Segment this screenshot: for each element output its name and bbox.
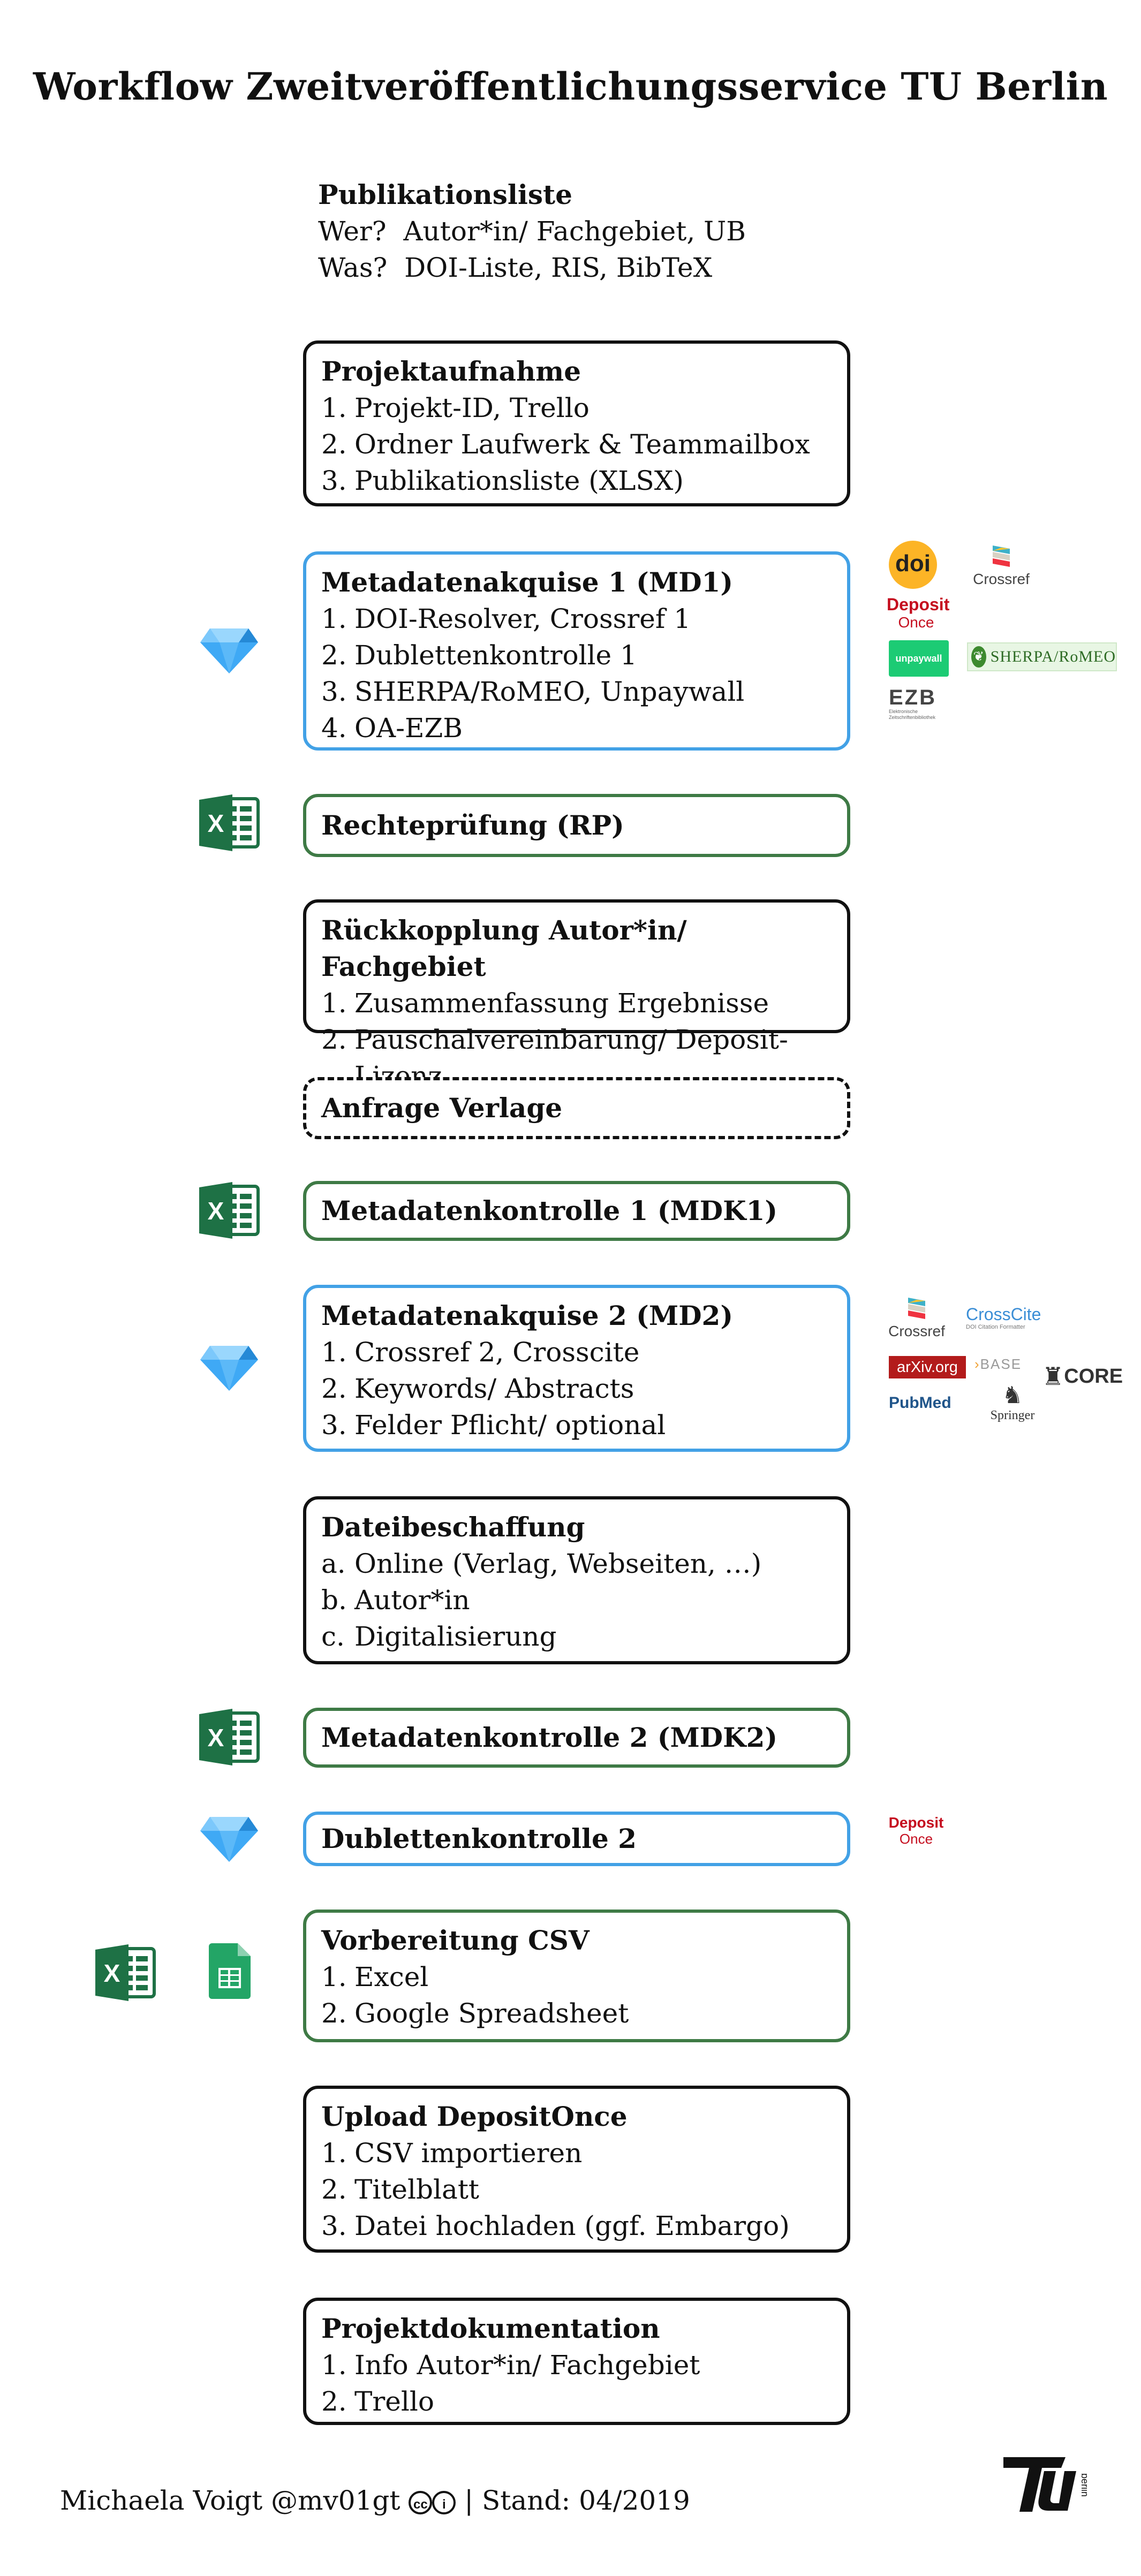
list-item: b. Autor*in: [321, 1585, 470, 1616]
diamond-icon: [200, 1817, 258, 1862]
step-title: Anfrage Verlage: [321, 1092, 563, 1124]
google-sheets-icon: [209, 1943, 251, 1999]
base-chevron-icon: ›: [974, 1356, 980, 1372]
list-item: 1. CSV importieren: [321, 2138, 583, 2169]
list-item: 1. Excel: [321, 1961, 429, 1992]
list-item: c. Digitalisierung: [321, 1621, 557, 1652]
step-title: Dateibeschaffung: [321, 1511, 585, 1543]
cc-license-icon: cc: [409, 2491, 433, 2514]
step-projektaufnahme: Projektaufnahme 1. Projekt-ID, Trello 2. O…: [303, 340, 850, 506]
step-title: Dublettenkontrolle 2: [321, 1823, 637, 1854]
list-item: 2. Trello: [321, 2386, 434, 2417]
publikationsliste: Publikationsliste Wer? Autor*in/ Fachgeb…: [318, 177, 746, 286]
list-item: 1. DOI-Resolver, Crossref 1: [321, 603, 691, 634]
svg-text:X: X: [208, 1724, 224, 1752]
base-logo: ›BASE: [974, 1356, 1022, 1372]
step-dateibeschaffung: Dateibeschaffung a. Online (Verlag, Webse…: [303, 1496, 850, 1664]
footer-stand: | Stand: 04/2019: [464, 2485, 690, 2516]
list-item: 2. Dublettenkontrolle 1: [321, 640, 637, 671]
core-figure-icon: ♜: [1042, 1362, 1064, 1390]
step-metadatenkontrolle-1: Metadatenkontrolle 1 (MDK1): [303, 1181, 850, 1241]
wer-value: Autor*in/ Fachgebiet, UB: [403, 216, 746, 247]
list-item: a. Online (Verlag, Webseiten, …): [321, 1548, 762, 1579]
crossref-icon: [908, 1298, 925, 1319]
step-metadatenkontrolle-2: Metadatenkontrolle 2 (MDK2): [303, 1708, 850, 1768]
step-rueckkopplung: Rückkopplung Autor*in/ Fachgebiet 1. Zusa…: [303, 899, 850, 1092]
crossref-icon: [993, 545, 1010, 567]
tu-berlin-icon: berlin: [1003, 2457, 1090, 2512]
list-item: 2. Keywords/ Abstracts: [321, 1373, 634, 1404]
step-title: Rechteprüfung (RP): [321, 809, 624, 841]
step-title: Metadatenakquise 1 (MD1): [321, 566, 733, 598]
list-item: 1. Projekt-ID, Trello: [321, 392, 590, 423]
excel-icon: X: [199, 1709, 260, 1766]
diamond-icon: [200, 1346, 258, 1391]
step-projektdokumentation: Projektdokumentation 1. Info Autor*in/ Fa…: [303, 2298, 850, 2425]
list-item: 3. Datei hochladen (ggf. Embargo): [321, 2210, 790, 2241]
step-metadatenakquise-2: Metadatenakquise 2 (MD2) 1. Crossref 2, C…: [303, 1285, 850, 1452]
springer-logo: ♞ Springer: [990, 1382, 1035, 1422]
crosscite-logo: CrossCite DOI Citation Formatter: [966, 1305, 1041, 1330]
excel-icon: X: [199, 1182, 260, 1239]
list-item: 3. SHERPA/RoMEO, Unpaywall: [321, 676, 745, 707]
wer-label: Wer?: [318, 216, 387, 247]
core-logo: ♜ CORE: [1042, 1362, 1123, 1390]
was-value: DOI-Liste, RIS, BibTeX: [404, 252, 713, 283]
excel-icon: X: [95, 1944, 156, 2001]
step-vorbereitung-csv: Vorbereitung CSV 1. Excel 2. Google Spread…: [303, 1910, 850, 2042]
crossref-logo: Crossref: [969, 543, 1033, 587]
publikationsliste-wer: Wer? Autor*in/ Fachgebiet, UB: [318, 213, 746, 249]
doi-logo: doi: [889, 541, 937, 589]
unpaywall-logo: unpaywall: [889, 640, 949, 677]
step-dublettenkontrolle-2: Dublettenkontrolle 2: [303, 1812, 850, 1866]
list-item: 2. Google Spreadsheet: [321, 1998, 629, 2029]
svg-text:X: X: [104, 1959, 120, 1987]
step-title: Metadatenkontrolle 2 (MDK2): [321, 1722, 778, 1753]
depositonce-logo: Deposit Once: [887, 595, 950, 631]
springer-chess-knight-icon: ♞: [1002, 1382, 1023, 1408]
crossref-logo: Crossref: [885, 1295, 949, 1339]
list-item: 2. Ordner Laufwerk & Teammailbox: [321, 429, 810, 460]
list-item: 1. Zusammenfassung Ergebnisse: [321, 988, 769, 1019]
step-title: Vorbereitung CSV: [321, 1925, 590, 1956]
page-title: Workflow Zweitveröffentlichungsservice T…: [33, 64, 1108, 109]
step-title: Projektdokumentation: [321, 2313, 660, 2344]
publikationsliste-was: Was? DOI-Liste, RIS, BibTeX: [318, 249, 746, 286]
list-item: 1. Crossref 2, Crosscite: [321, 1337, 640, 1368]
excel-icon: X: [199, 794, 260, 851]
was-label: Was?: [318, 252, 388, 283]
cc-by-icon: i: [432, 2491, 456, 2514]
svg-text:X: X: [208, 1197, 224, 1225]
tu-berlin-logo: berlin: [1001, 2452, 1090, 2516]
step-title: Upload DepositOnce: [321, 2101, 628, 2132]
list-item: 4. OA-EZB: [321, 713, 463, 744]
svg-text:X: X: [208, 809, 224, 837]
list-item: 3. Publikationsliste (XLSX): [321, 465, 684, 496]
leaf-icon: ❦: [971, 646, 986, 668]
list-item: 2. Titelblatt: [321, 2174, 480, 2205]
step-title: Metadatenkontrolle 1 (MDK1): [321, 1195, 778, 1226]
sherpa-romeo-logo: ❦ SHERPA/RoMEO: [967, 642, 1117, 671]
pubmed-logo: PubMed: [889, 1394, 951, 1412]
step-upload-depositonce: Upload DepositOnce 1. CSV importieren 2. T…: [303, 2086, 850, 2253]
footer-author: Michaela Voigt @mv01gt: [60, 2485, 401, 2516]
arxiv-logo: arXiv.org: [889, 1356, 966, 1378]
step-title: Rückkopplung Autor*in/ Fachgebiet: [321, 914, 687, 982]
step-rechtepruefung: Rechteprüfung (RP): [303, 794, 850, 857]
footer: Michaela Voigt @mv01gt cc i | Stand: 04/2…: [60, 2485, 690, 2516]
depositonce-logo: Deposit Once: [888, 1814, 944, 1847]
svg-text:berlin: berlin: [1079, 2473, 1087, 2497]
publikationsliste-heading: Publikationsliste: [318, 179, 572, 210]
ezb-logo: EZB Elektronische Zeitschriftenbibliothe…: [889, 686, 936, 720]
step-title: Projektaufnahme: [321, 355, 581, 387]
list-item: 1. Info Autor*in/ Fachgebiet: [321, 2350, 700, 2381]
step-title: Metadatenakquise 2 (MD2): [321, 1300, 733, 1331]
diamond-icon: [200, 628, 258, 673]
step-metadatenakquise-1: Metadatenakquise 1 (MD1) 1. DOI-Resolver,…: [303, 551, 850, 751]
step-anfrage-verlage: Anfrage Verlage: [303, 1077, 850, 1139]
list-item: 3. Felder Pflicht/ optional: [321, 1410, 666, 1441]
